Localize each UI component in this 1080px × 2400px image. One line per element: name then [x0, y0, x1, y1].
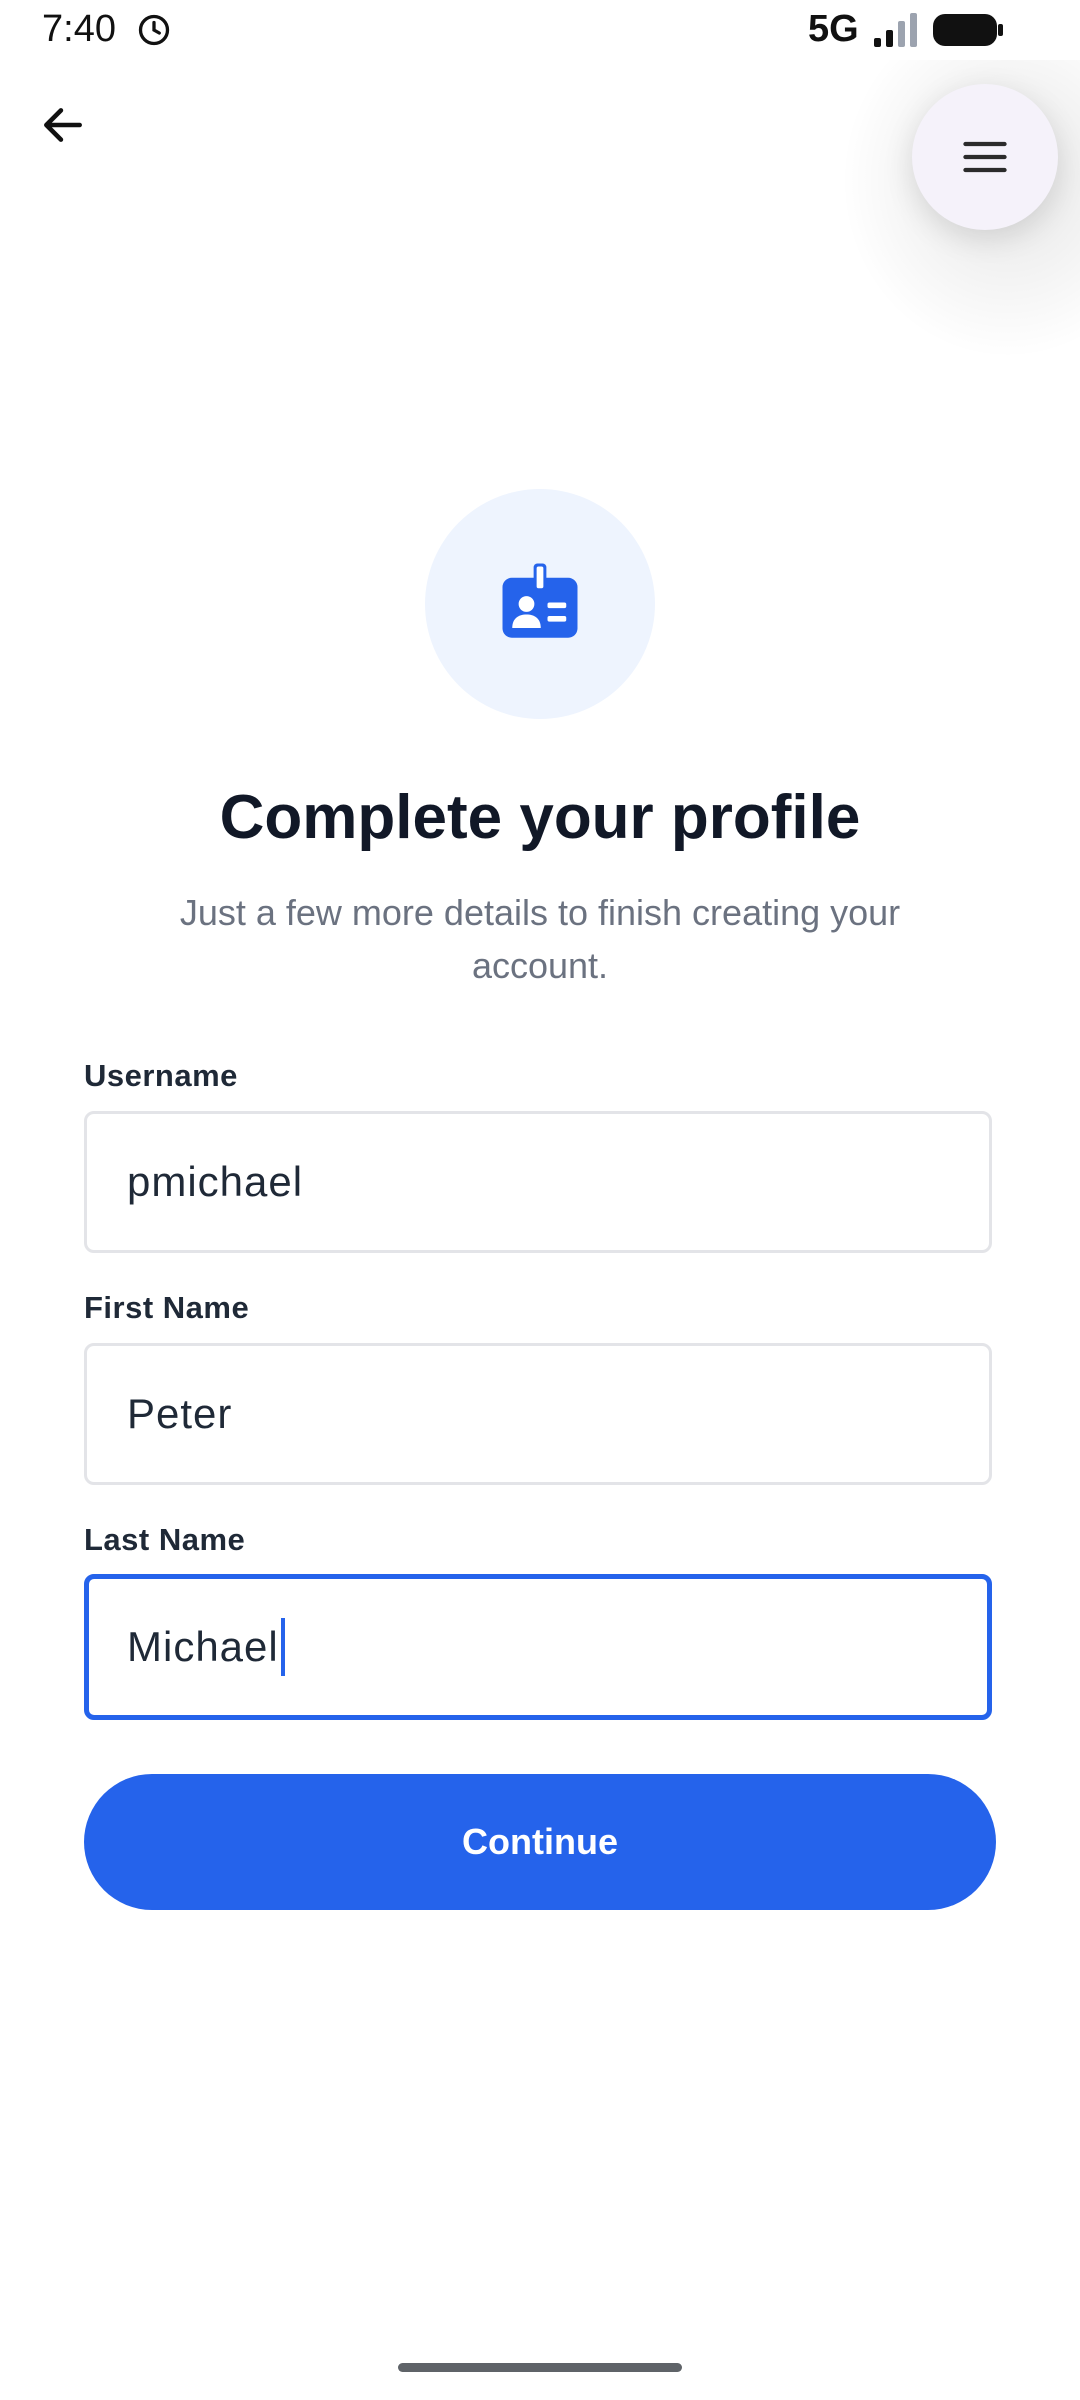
last-name-field[interactable]: Michael: [84, 1574, 992, 1720]
username-value: pmichael: [127, 1158, 304, 1205]
alarm-clock-icon: [138, 14, 170, 46]
network-type: 5G: [808, 8, 859, 50]
id-badge-icon: [502, 563, 578, 638]
arrow-left-icon: [44, 108, 82, 142]
complete-profile-screen: 7:40 5G Complete your profile Just a few…: [0, 0, 1080, 2400]
cellular-signal-icon: [874, 13, 917, 47]
menu-button[interactable]: [912, 84, 1058, 230]
status-time: 7:40: [42, 8, 116, 50]
home-indicator[interactable]: [398, 2363, 682, 2372]
first-name-value: Peter: [127, 1390, 233, 1437]
last-name-label: Last Name: [84, 1522, 246, 1557]
continue-button-label: Continue: [462, 1821, 618, 1862]
username-label: Username: [84, 1058, 238, 1093]
first-name-label: First Name: [84, 1290, 250, 1325]
page-title: Complete your profile: [219, 783, 861, 852]
hero-icon-container: [425, 489, 655, 719]
text-caret: [280, 1618, 285, 1676]
last-name-value: Michael: [127, 1623, 279, 1670]
status-bar: 7:40 5G: [0, 0, 1080, 62]
battery-full-icon: [933, 14, 1003, 46]
username-field[interactable]: pmichael: [84, 1111, 992, 1253]
continue-button[interactable]: Continue: [84, 1774, 996, 1910]
hamburger-menu-icon: [963, 141, 1007, 173]
page-subtitle: Just a few more details to finish creati…: [179, 892, 901, 986]
back-button[interactable]: [30, 92, 96, 158]
first-name-field[interactable]: Peter: [84, 1343, 992, 1485]
